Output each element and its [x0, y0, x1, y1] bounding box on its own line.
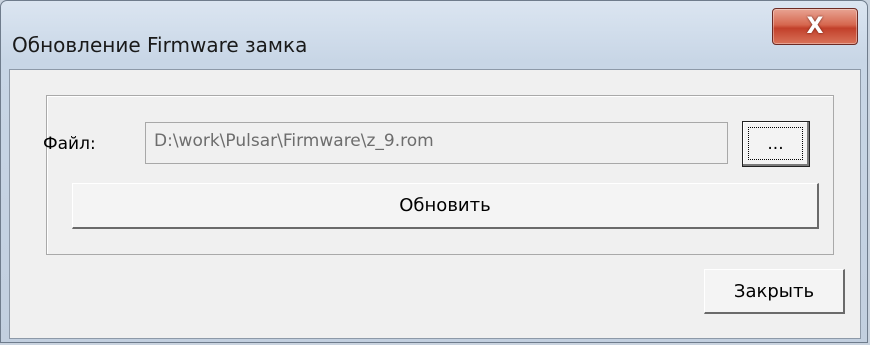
- dialog-window: Обновление Firmware замка X Файл: D:\wor…: [0, 0, 868, 343]
- update-button[interactable]: Обновить: [72, 183, 819, 229]
- browse-button-label: ...: [748, 127, 803, 160]
- window-title: Обновление Firmware замка: [12, 33, 308, 57]
- browse-button[interactable]: ...: [742, 121, 810, 167]
- dialog-client-area: Файл: D:\work\Pulsar\Firmware\z_9.rom ..…: [9, 69, 861, 339]
- file-group-box: [46, 95, 834, 255]
- close-icon: X: [806, 14, 824, 39]
- file-label: Файл:: [43, 134, 96, 154]
- file-path-field[interactable]: D:\work\Pulsar\Firmware\z_9.rom: [145, 122, 728, 164]
- title-bar[interactable]: Обновление Firmware замка X: [1, 1, 869, 69]
- window-close-button[interactable]: X: [772, 8, 858, 45]
- close-button[interactable]: Закрыть: [704, 269, 845, 314]
